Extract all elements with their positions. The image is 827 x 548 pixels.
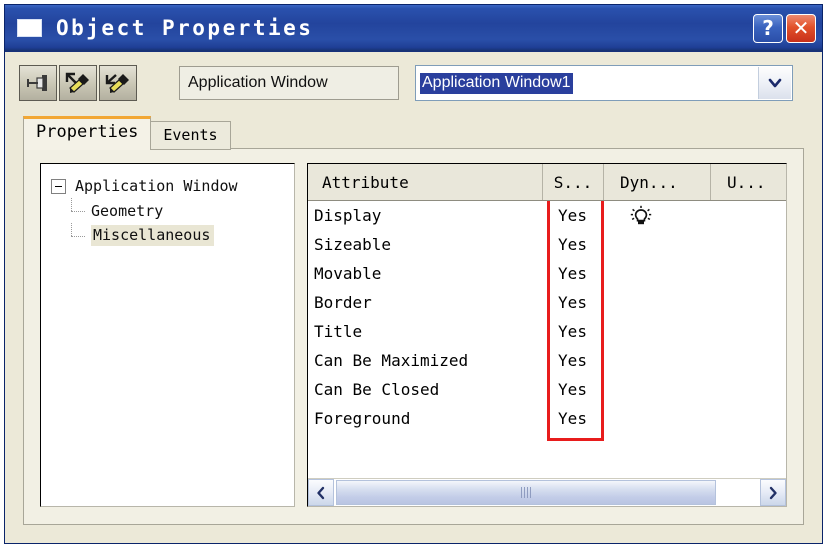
table-row[interactable]: Foreground Yes xyxy=(308,404,786,433)
table-row[interactable]: Can Be Maximized Yes xyxy=(308,346,786,375)
dialog-client-area: Application Window Application Window1 P… xyxy=(5,52,822,543)
tree-item-geometry[interactable]: Geometry xyxy=(41,198,294,223)
tree-connector-line xyxy=(69,198,91,223)
cell-dyn xyxy=(603,375,710,404)
tree-item-miscellaneous[interactable]: Miscellaneous xyxy=(41,223,294,248)
cell-u xyxy=(710,288,786,317)
table-row[interactable]: Can Be Closed Yes xyxy=(308,375,786,404)
scrollbar-thumb[interactable] xyxy=(336,480,716,505)
eyedropper-down-icon xyxy=(104,71,132,95)
column-header-u[interactable]: U... xyxy=(710,164,786,200)
tab-events[interactable]: Events xyxy=(150,121,231,150)
cell-dyn xyxy=(603,288,710,317)
cell-s: Yes xyxy=(558,409,587,428)
object-combo-value: Application Window1 xyxy=(420,72,573,94)
cell-attribute: Title xyxy=(314,322,363,341)
cell-dyn xyxy=(603,230,710,259)
eyedropper-up-icon xyxy=(64,71,92,95)
horizontal-scrollbar[interactable] xyxy=(308,478,786,506)
pin-icon xyxy=(25,73,51,93)
cell-attribute: Border xyxy=(314,293,372,312)
column-header-dyn[interactable]: Dyn... xyxy=(603,164,710,200)
cell-u xyxy=(710,375,786,404)
title-bar-left: Object Properties xyxy=(17,16,753,40)
window-icon xyxy=(17,19,42,37)
cell-s: Yes xyxy=(558,235,587,254)
cell-attribute: Can Be Maximized xyxy=(314,351,469,370)
attribute-grid: Attribute S... Dyn... U... Display Yes S… xyxy=(307,163,787,507)
tree-item-application-window[interactable]: Application Window xyxy=(41,174,294,198)
cell-attribute: Movable xyxy=(314,264,382,283)
toolbar-buttons xyxy=(19,65,137,101)
cell-dyn xyxy=(603,346,710,375)
grip-icon xyxy=(521,487,531,498)
properties-tab-panel: Application Window Geometry Miscellaneou… xyxy=(23,148,804,525)
cell-attribute: Sizeable xyxy=(314,235,392,254)
tab-properties[interactable]: Properties xyxy=(23,116,152,150)
cell-dyn xyxy=(603,404,710,433)
cell-attribute: Foreground xyxy=(314,409,411,428)
table-row[interactable]: Sizeable Yes xyxy=(308,230,786,259)
cell-s: Yes xyxy=(558,380,587,399)
tab-strip: Properties Events xyxy=(23,116,231,150)
column-header-s[interactable]: S... xyxy=(542,164,603,200)
pin-button[interactable] xyxy=(19,65,57,101)
cell-s: Yes xyxy=(558,264,587,283)
tree-content: Application Window Geometry Miscellaneou… xyxy=(41,164,294,248)
cell-s: Yes xyxy=(558,206,587,225)
cell-u xyxy=(710,230,786,259)
lightbulb-icon xyxy=(629,205,653,227)
tree-item-label: Miscellaneous xyxy=(91,225,215,246)
chevron-down-icon[interactable] xyxy=(758,67,791,99)
cell-s: Yes xyxy=(558,293,587,312)
tree-item-label: Application Window xyxy=(75,177,238,195)
cell-attribute: Display xyxy=(314,206,382,225)
table-row[interactable]: Border Yes xyxy=(308,288,786,317)
object-properties-dialog: Object Properties ? ✕ Application Window… xyxy=(4,4,823,544)
grid-header-row: Attribute S... Dyn... U... xyxy=(308,164,786,201)
page-title: Object Properties xyxy=(56,16,314,40)
cell-u xyxy=(710,201,786,230)
cell-s: Yes xyxy=(558,322,587,341)
title-bar-buttons: ? ✕ xyxy=(753,13,816,43)
object-tree[interactable]: Application Window Geometry Miscellaneou… xyxy=(40,163,295,507)
cell-u xyxy=(710,317,786,346)
title-bar: Object Properties ? ✕ xyxy=(5,5,822,52)
scrollbar-track[interactable] xyxy=(334,479,760,506)
minus-box-icon[interactable] xyxy=(51,178,66,194)
help-button[interactable]: ? xyxy=(753,13,783,43)
cell-dyn xyxy=(603,317,710,346)
table-row[interactable]: Display Yes xyxy=(308,201,786,230)
cell-u xyxy=(710,404,786,433)
column-header-attribute[interactable]: Attribute xyxy=(308,164,542,200)
tree-connector-line xyxy=(69,223,91,248)
close-button[interactable]: ✕ xyxy=(786,13,816,43)
table-row[interactable]: Title Yes xyxy=(308,317,786,346)
cell-attribute: Can Be Closed xyxy=(314,380,440,399)
tree-item-label: Geometry xyxy=(91,201,164,220)
cell-dyn xyxy=(603,201,710,230)
chevron-right-icon[interactable] xyxy=(760,479,786,506)
cell-dyn xyxy=(603,259,710,288)
chevron-left-icon[interactable] xyxy=(308,479,334,506)
cell-s: Yes xyxy=(558,351,587,370)
cell-u xyxy=(710,259,786,288)
cell-u xyxy=(710,346,786,375)
toolbar: Application Window Application Window1 xyxy=(5,52,822,112)
object-name-field[interactable]: Application Window xyxy=(179,66,399,100)
pick-object-button[interactable] xyxy=(59,65,97,101)
object-combo[interactable]: Application Window1 xyxy=(415,65,793,101)
table-row[interactable]: Movable Yes xyxy=(308,259,786,288)
grid-body: Display Yes Sizeable Yes Movable Yes Bor… xyxy=(308,201,786,478)
pick-parent-button[interactable] xyxy=(99,65,137,101)
